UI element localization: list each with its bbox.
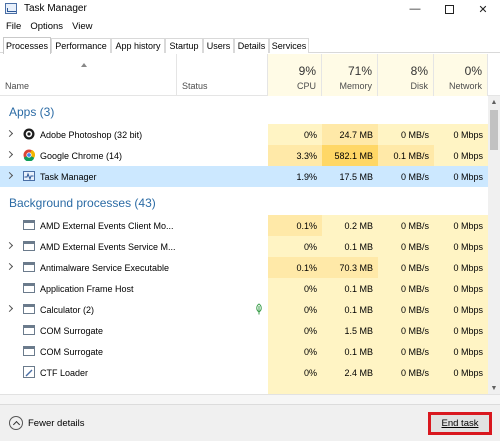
process-list: Apps (3) Adobe Photoshop (32 bit) 0% 24.…: [0, 96, 488, 394]
tab-services[interactable]: Services: [269, 38, 309, 53]
column-disk[interactable]: 8% Disk: [378, 54, 434, 96]
tab-processes[interactable]: Processes: [3, 37, 51, 54]
column-network[interactable]: 0% Network: [434, 54, 488, 96]
title-bar: Task Manager — ✕: [0, 0, 500, 18]
scroll-up-icon[interactable]: ▲: [488, 96, 500, 108]
scroll-down-icon[interactable]: ▼: [488, 382, 500, 394]
expand-chevron-icon[interactable]: [7, 131, 12, 138]
process-row[interactable]: Antimalware Service Executable 0.1% 70.3…: [0, 257, 488, 278]
group-header-background: Background processes (43): [9, 195, 156, 210]
menu-file[interactable]: File: [6, 21, 21, 32]
task-manager-icon: [5, 3, 17, 14]
process-window-icon: [23, 325, 35, 335]
scroll-thumb[interactable]: [490, 110, 498, 150]
process-row-partial[interactable]: [0, 383, 488, 394]
tab-startup[interactable]: Startup: [165, 38, 203, 53]
process-row[interactable]: Google Chrome (14) 3.3% 582.1 MB 0.1 MB/…: [0, 145, 488, 166]
tab-performance[interactable]: Performance: [51, 38, 111, 53]
maximize-icon: [444, 4, 454, 14]
column-header: Name Status 9% CPU 71% Memory 8% Disk 0%…: [0, 54, 500, 96]
chrome-icon: [23, 149, 35, 161]
column-status[interactable]: Status: [177, 54, 268, 96]
process-row[interactable]: Calculator (2) 0% 0.1 MB 0 MB/s 0 Mbps: [0, 299, 488, 320]
column-memory[interactable]: 71% Memory: [322, 54, 378, 96]
fewer-details-link[interactable]: Fewer details: [28, 416, 85, 430]
expand-chevron-icon[interactable]: [7, 173, 12, 180]
tab-details[interactable]: Details: [234, 38, 269, 53]
column-name[interactable]: Name: [0, 54, 177, 96]
tab-app-history[interactable]: App history: [111, 38, 165, 53]
expand-chevron-icon[interactable]: [7, 306, 12, 313]
tab-users[interactable]: Users: [203, 38, 234, 53]
minimize-button[interactable]: —: [398, 0, 432, 18]
process-row-selected[interactable]: Task Manager 1.9% 17.5 MB 0 MB/s 0 Mbps: [0, 166, 488, 187]
menu-bar: File Options View: [0, 18, 500, 35]
tab-bar: Processes Performance App history Startu…: [0, 37, 500, 54]
process-row[interactable]: CTF Loader 0% 2.4 MB 0 MB/s 0 Mbps: [0, 362, 488, 383]
vertical-scrollbar[interactable]: ▲ ▼: [488, 96, 500, 394]
menu-view[interactable]: View: [72, 21, 92, 32]
process-row[interactable]: COM Surrogate 0% 1.5 MB 0 MB/s 0 Mbps: [0, 320, 488, 341]
task-manager-icon: [23, 171, 35, 181]
window-title: Task Manager: [24, 3, 87, 14]
process-window-icon: [23, 304, 35, 314]
suspended-leaf-icon: [256, 303, 262, 315]
process-window-icon: [23, 220, 35, 230]
photoshop-icon: [23, 128, 35, 140]
group-header-apps: Apps (3): [9, 104, 55, 119]
process-row[interactable]: AMD External Events Service M... 0% 0.1 …: [0, 236, 488, 257]
expand-chevron-icon[interactable]: [7, 243, 12, 250]
process-window-icon: [23, 262, 35, 272]
process-row[interactable]: AMD External Events Client Mo... 0.1% 0.…: [0, 215, 488, 236]
footer-bar: Fewer details End task: [0, 404, 500, 441]
process-row[interactable]: Adobe Photoshop (32 bit) 0% 24.7 MB 0 MB…: [0, 124, 488, 145]
process-window-icon: [23, 241, 35, 251]
menu-options[interactable]: Options: [30, 21, 63, 32]
expand-chevron-icon[interactable]: [7, 264, 12, 271]
maximize-button[interactable]: [432, 0, 466, 18]
process-row[interactable]: Application Frame Host 0% 0.1 MB 0 MB/s …: [0, 278, 488, 299]
sort-arrow-icon: [81, 63, 88, 67]
process-window-icon: [23, 346, 35, 356]
column-cpu[interactable]: 9% CPU: [268, 54, 322, 96]
chevron-up-circle-icon[interactable]: [9, 416, 23, 430]
horizontal-scrollbar[interactable]: [0, 394, 500, 404]
process-row[interactable]: COM Surrogate 0% 0.1 MB 0 MB/s 0 Mbps: [0, 341, 488, 362]
ctf-loader-icon: [23, 366, 35, 378]
process-window-icon: [23, 283, 35, 293]
expand-chevron-icon[interactable]: [7, 152, 12, 159]
close-button[interactable]: ✕: [466, 0, 500, 18]
end-task-button[interactable]: End task: [428, 412, 492, 435]
